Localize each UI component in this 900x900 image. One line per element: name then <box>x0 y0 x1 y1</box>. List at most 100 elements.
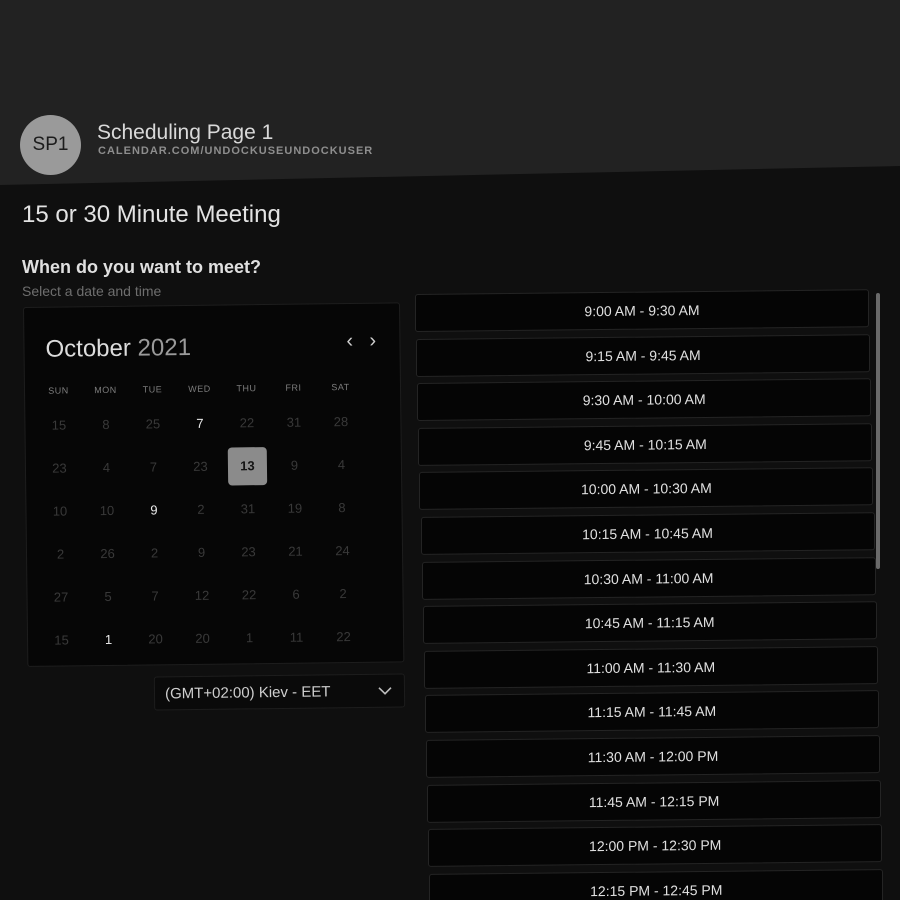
calendar-day: 7 <box>131 574 179 618</box>
calendar-day-number: 2 <box>150 545 159 561</box>
time-slot-button[interactable]: 9:45 AM - 10:15 AM <box>418 423 873 466</box>
time-slot-button[interactable]: 11:00 AM - 11:30 AM <box>423 645 878 689</box>
calendar-day-number: 4 <box>337 457 346 473</box>
calendar-day: 20 <box>179 617 227 661</box>
calendar-day[interactable]: 9 <box>130 488 178 532</box>
time-slot-button[interactable]: 11:15 AM - 11:45 AM <box>424 690 879 734</box>
time-slot-button[interactable]: 10:30 AM - 11:00 AM <box>421 556 876 600</box>
calendar-day: 23 <box>177 445 225 489</box>
timezone-select[interactable]: (GMT+02:00) Kiev - EET <box>153 673 406 711</box>
calendar-day: 2 <box>37 532 85 576</box>
calendar-day-number: 22 <box>336 629 351 645</box>
calendar-day: 19 <box>271 486 319 530</box>
calendar-day-number: 2 <box>197 501 205 517</box>
calendar-day-number: 23 <box>241 544 256 560</box>
calendar-day: 6 <box>272 572 320 616</box>
calendar-day: 20 <box>132 617 180 661</box>
time-slot-button[interactable]: 10:15 AM - 10:45 AM <box>420 512 875 555</box>
calendar-day: 22 <box>225 573 273 617</box>
weekday-label: FRI <box>285 382 302 393</box>
calendar-day: 15 <box>38 618 86 662</box>
calendar-day: 5 <box>84 575 132 619</box>
calendar-day-number: 27 <box>53 589 69 605</box>
calendar-day-number: 9 <box>290 457 299 473</box>
calendar-day: 12 <box>178 574 226 618</box>
calendar-day: 1 <box>226 616 274 660</box>
calendar-day: 8 <box>318 486 366 530</box>
calendar-day-number: 31 <box>286 414 302 430</box>
weekday-label: THU <box>236 383 257 394</box>
calendar-day-number: 5 <box>104 588 112 605</box>
calendar-day-number: 12 <box>194 587 210 603</box>
scrollbar[interactable] <box>876 293 880 569</box>
calendar-day: 22 <box>320 615 368 659</box>
calendar-day-number: 26 <box>100 545 115 562</box>
calendar-day: 22 <box>223 401 271 445</box>
calendar-day: 15 <box>35 403 83 447</box>
calendar-day-number: 15 <box>51 417 67 433</box>
calendar-day: 28 <box>317 400 365 444</box>
calendar-day: 26 <box>84 532 132 576</box>
calendar-day: 7 <box>130 445 178 489</box>
calendar-day-number: 23 <box>52 460 67 476</box>
calendar-day-number: 2 <box>339 586 347 602</box>
calendar-day[interactable]: 7 <box>176 402 224 446</box>
time-slot-button[interactable]: 10:00 AM - 10:30 AM <box>419 467 874 511</box>
time-slot-list: 9:00 AM - 9:30 AM 9:15 AM - 9:45 AM 9:30 A… <box>415 289 884 900</box>
calendar-day-number: 10 <box>99 502 115 519</box>
time-slot-button[interactable]: 12:15 PM - 12:45 PM <box>429 868 884 900</box>
calendar-day-number: 7 <box>149 459 158 475</box>
calendar-day: 31 <box>224 487 272 531</box>
time-slot-button[interactable]: 9:00 AM - 9:30 AM <box>415 289 869 332</box>
time-slot-button[interactable]: 9:15 AM - 9:45 AM <box>416 333 871 377</box>
time-slot-button[interactable]: 12:00 PM - 12:30 PM <box>428 824 883 868</box>
calendar-month: October <box>45 334 132 363</box>
chevron-down-icon <box>378 683 392 699</box>
time-slot-button[interactable]: 10:45 AM - 11:15 AM <box>422 601 877 645</box>
calendar-day-number: 28 <box>333 414 349 430</box>
avatar: SP1 <box>20 115 81 175</box>
calendar-day-number: 9 <box>197 544 206 560</box>
calendar-day-number: 21 <box>288 543 303 559</box>
calendar-day: 27 <box>37 575 85 619</box>
calendar-day: 31 <box>270 400 318 444</box>
question-subtext: Select a date and time <box>22 283 162 299</box>
weekday-label: TUE <box>142 384 163 395</box>
calendar-month-year: October 2021 <box>45 334 191 364</box>
calendar-day: 24 <box>319 529 367 573</box>
calendar-day: 21 <box>272 529 320 573</box>
question-heading: When do you want to meet? <box>22 257 261 277</box>
calendar-day-number: 22 <box>239 415 255 431</box>
calendar-day-number: 31 <box>240 501 256 517</box>
page-title: Scheduling Page 1 <box>97 121 274 144</box>
calendar-day-number: 13 <box>227 446 268 486</box>
calendar-day: 8 <box>82 403 130 447</box>
calendar-day-number: 11 <box>289 629 304 645</box>
calendar-grid: SUN MON TUE WED THU FRI SAT 15 8 25 7 22 31 28 23 4 7 23 1… <box>35 374 368 662</box>
calendar-day-number: 25 <box>145 416 161 432</box>
page-header <box>0 0 900 185</box>
time-slot-button[interactable]: 11:30 AM - 12:00 PM <box>426 735 880 778</box>
time-slot-button[interactable]: 11:45 AM - 12:15 PM <box>427 779 882 823</box>
chevron-right-icon[interactable]: › <box>369 330 376 353</box>
chevron-left-icon[interactable]: ‹ <box>346 330 353 353</box>
calendar-day-selected[interactable]: 13 <box>224 444 272 488</box>
calendar-day: 4 <box>83 446 131 490</box>
time-slot-button[interactable]: 9:30 AM - 10:00 AM <box>417 378 872 422</box>
calendar-day[interactable]: 1 <box>85 618 133 662</box>
calendar-day: 10 <box>83 489 131 533</box>
weekday-label: MON <box>94 384 117 396</box>
timezone-value: (GMT+02:00) Kiev - EET <box>164 682 331 702</box>
page-url[interactable]: CALENDAR.COM/UNDOCKUSEUNDOCKUSER <box>98 145 373 157</box>
calendar-day: 10 <box>36 489 84 533</box>
calendar-day-number: 2 <box>56 546 65 562</box>
calendar-day-number: 8 <box>102 416 110 433</box>
calendar-day-number: 23 <box>193 458 208 474</box>
calendar-day-number: 20 <box>148 631 163 647</box>
calendar-day-number: 8 <box>338 500 346 516</box>
calendar-day: 23 <box>36 446 84 490</box>
calendar-day-number: 7 <box>151 588 159 604</box>
meeting-title: 15 or 30 Minute Meeting <box>22 201 281 228</box>
weekday-label: WED <box>188 383 211 394</box>
calendar-day-number: 6 <box>292 586 300 602</box>
